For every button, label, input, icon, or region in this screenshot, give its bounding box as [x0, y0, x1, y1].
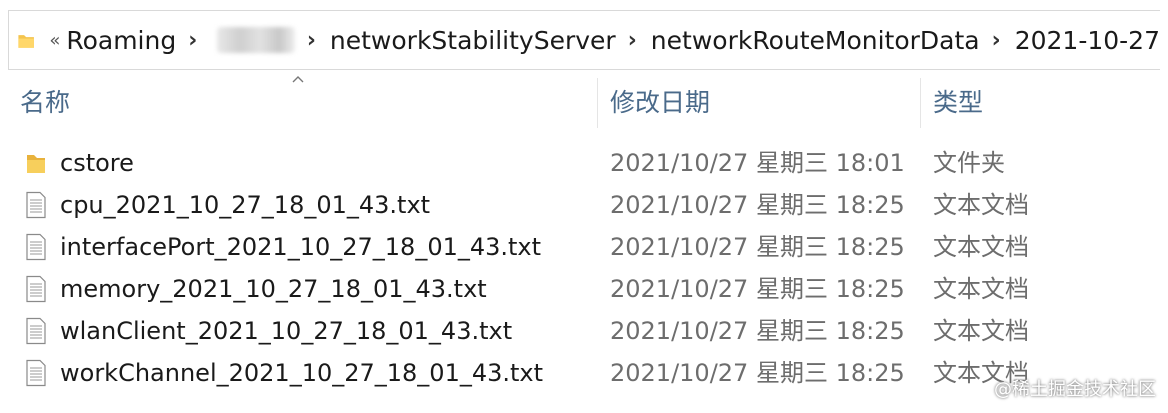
file-date: 2021/10/27 星期三 18:25: [610, 359, 905, 387]
file-row[interactable]: interfacePort_2021_10_27_18_01_43.txt 20…: [0, 226, 1168, 268]
chevron-right-icon[interactable]: ›: [628, 28, 637, 53]
file-type: 文本文档: [933, 191, 1029, 219]
file-name[interactable]: cpu_2021_10_27_18_01_43.txt: [60, 184, 430, 226]
column-type[interactable]: 类型: [933, 78, 983, 128]
folder-icon: [18, 35, 34, 48]
file-name[interactable]: memory_2021_10_27_18_01_43.txt: [60, 268, 487, 310]
breadcrumb-roaming[interactable]: Roaming: [66, 26, 176, 55]
file-date: 2021/10/27 星期三 18:01: [610, 149, 905, 177]
file-name[interactable]: workChannel_2021_10_27_18_01_43.txt: [60, 352, 543, 394]
file-date: 2021/10/27 星期三 18:25: [610, 191, 905, 219]
file-row[interactable]: workChannel_2021_10_27_18_01_43.txt 2021…: [0, 352, 1168, 394]
text-file-icon: [26, 317, 46, 345]
file-type: 文本文档: [933, 317, 1029, 345]
breadcrumb-date-folder[interactable]: 2021-10-27: [1015, 26, 1160, 55]
file-name[interactable]: wlanClient_2021_10_27_18_01_43.txt: [60, 310, 512, 352]
file-type: 文本文档: [933, 275, 1029, 303]
overflow-chevron-icon[interactable]: «: [49, 30, 60, 51]
file-row[interactable]: memory_2021_10_27_18_01_43.txt 2021/10/2…: [0, 268, 1168, 310]
file-date: 2021/10/27 星期三 18:25: [610, 317, 905, 345]
folder-icon: [27, 155, 45, 173]
address-bar[interactable]: « Roaming › › networkStabilityServer › n…: [8, 10, 1160, 70]
file-type: 文件夹: [933, 149, 1005, 177]
file-type: 文本文档: [933, 233, 1029, 261]
text-file-icon: [26, 359, 46, 387]
breadcrumb-redacted[interactable]: [217, 27, 295, 53]
column-name[interactable]: 名称: [20, 78, 70, 128]
chevron-right-icon[interactable]: ›: [307, 28, 316, 53]
column-divider[interactable]: [597, 78, 598, 128]
column-date-modified[interactable]: 修改日期: [610, 78, 710, 128]
file-row[interactable]: cstore 2021/10/27 星期三 18:01 文件夹: [0, 142, 1168, 184]
breadcrumb-networkroutemonitordata[interactable]: networkRouteMonitorData: [651, 26, 980, 55]
column-header: 名称 修改日期 类型: [0, 78, 1168, 128]
chevron-right-icon[interactable]: ›: [992, 28, 1001, 53]
file-date: 2021/10/27 星期三 18:25: [610, 275, 905, 303]
file-row[interactable]: wlanClient_2021_10_27_18_01_43.txt 2021/…: [0, 310, 1168, 352]
file-date: 2021/10/27 星期三 18:25: [610, 233, 905, 261]
file-row[interactable]: cpu_2021_10_27_18_01_43.txt 2021/10/27 星…: [0, 184, 1168, 226]
text-file-icon: [26, 233, 46, 261]
text-file-icon: [26, 191, 46, 219]
column-divider[interactable]: [920, 78, 921, 128]
breadcrumb-networkstabilityserver[interactable]: networkStabilityServer: [330, 26, 616, 55]
chevron-right-icon[interactable]: ›: [188, 28, 197, 53]
text-file-icon: [26, 275, 46, 303]
file-name[interactable]: cstore: [60, 142, 134, 184]
watermark: @稀土掘金技术社区: [994, 379, 1156, 400]
file-name[interactable]: interfacePort_2021_10_27_18_01_43.txt: [60, 226, 541, 268]
